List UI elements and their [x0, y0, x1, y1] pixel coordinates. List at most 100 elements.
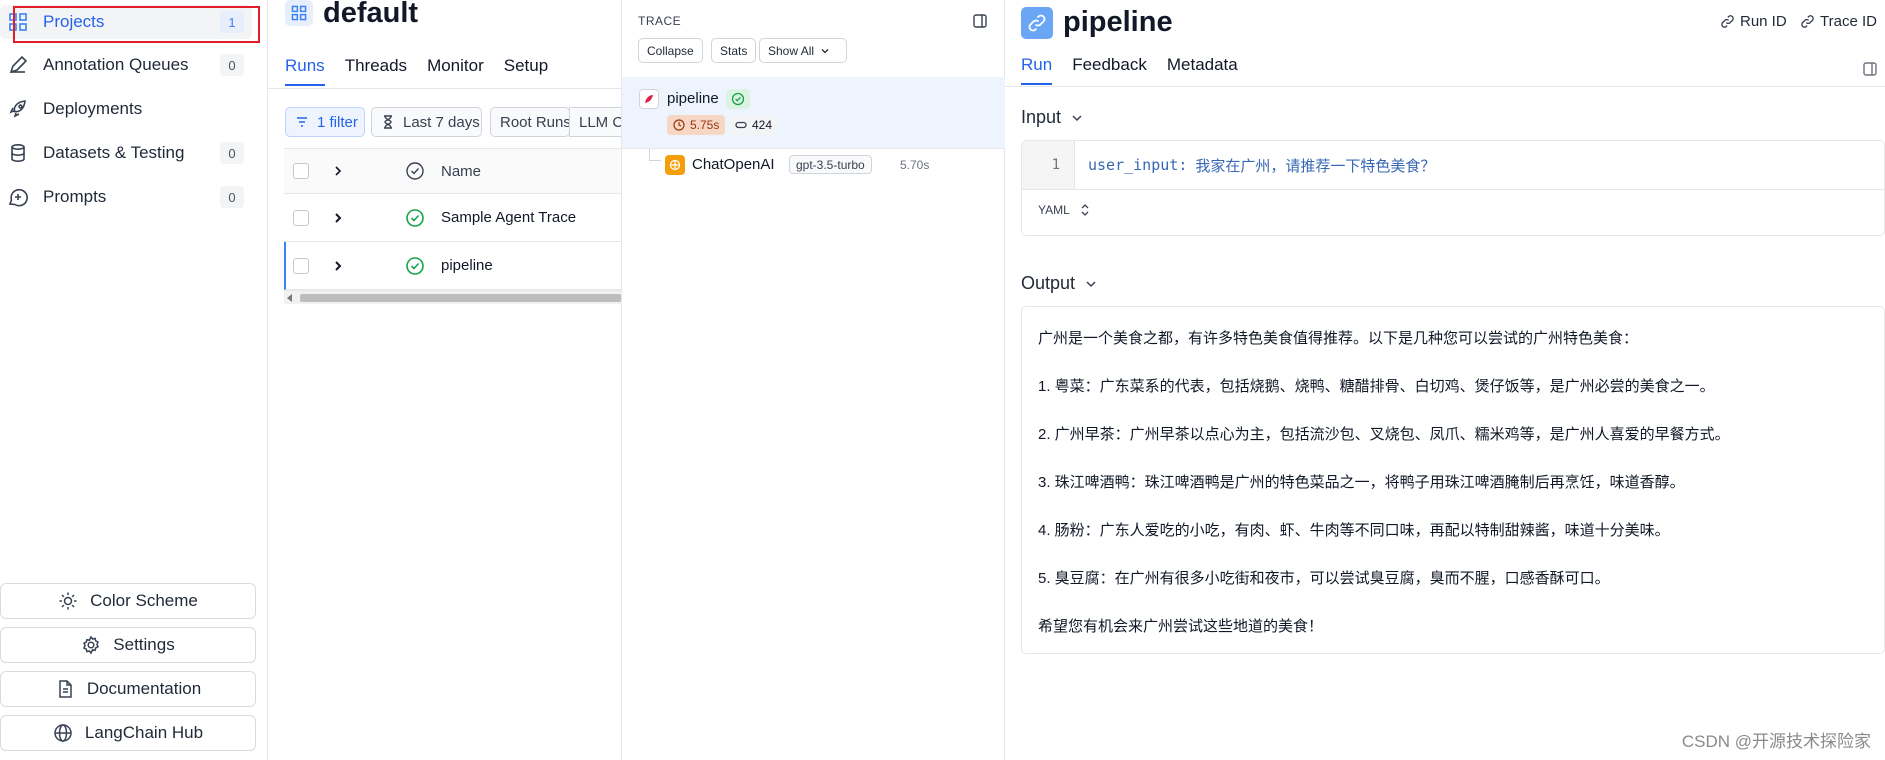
stats-button[interactable]: Stats: [711, 38, 757, 63]
sidebar-item-label: Datasets & Testing: [43, 143, 185, 162]
input-key: user_input: [1088, 156, 1179, 174]
filter-label: 1 filter: [317, 113, 358, 131]
latency-badge: 5.75s: [667, 115, 726, 135]
run-id-label: Run ID: [1740, 13, 1787, 30]
runs-panel: default Runs Threads Monitor Setup 1 fil…: [268, 0, 621, 760]
input-code-editor[interactable]: 1 user_input: 我家在广州，请推荐一下特色美食？ YAML: [1021, 140, 1885, 236]
settings-button[interactable]: Settings: [0, 627, 256, 663]
table-row[interactable]: pipeline: [284, 242, 621, 290]
link-icon: [1720, 14, 1735, 29]
grid-icon: [285, 0, 313, 26]
chevron-right-icon[interactable]: [331, 259, 345, 273]
clock-icon: [673, 119, 685, 131]
horizontal-scrollbar[interactable]: [284, 290, 621, 304]
sidebar-item-deployments[interactable]: Deployments: [0, 92, 252, 126]
run-name: Sample Agent Trace: [441, 209, 577, 226]
llm-calls-toggle[interactable]: LLM Calls: [569, 107, 621, 137]
trace-id-button[interactable]: Trace ID: [1800, 13, 1877, 30]
globe-icon: [53, 723, 73, 743]
output-line: 广州是一个美食之都，有许多特色美食值得推荐。以下是几种您可以尝试的广州特色美食：: [1038, 330, 1639, 347]
tab-monitor[interactable]: Monitor: [427, 56, 484, 86]
status-column-icon: [405, 161, 425, 181]
run-title: pipeline: [1021, 6, 1173, 39]
langchain-hub-button[interactable]: LangChain Hub: [0, 715, 256, 751]
output-line: 5. 臭豆腐：在广州有很多小吃街和夜市，可以尝试臭豆腐，臭而不腥，口感香酥可口。: [1038, 570, 1610, 587]
name-column-header[interactable]: Name: [441, 163, 481, 180]
output-section-toggle[interactable]: Output: [1021, 273, 1098, 294]
root-runs-label: Root Runs: [500, 113, 570, 131]
format-label: YAML: [1038, 203, 1070, 217]
time-range-button[interactable]: Last 7 days: [371, 107, 482, 137]
pen-icon: [7, 54, 29, 76]
tab-runs[interactable]: Runs: [285, 56, 325, 86]
trace-run-name: pipeline: [667, 90, 719, 107]
panel-toggle-icon[interactable]: [972, 13, 988, 29]
output-title: Output: [1021, 273, 1076, 293]
tab-setup[interactable]: Setup: [504, 56, 548, 86]
input-value: 我家在广州，请推荐一下特色美食？: [1195, 156, 1436, 175]
child-latency: 5.70s: [900, 158, 930, 172]
row-checkbox[interactable]: [293, 257, 309, 274]
hourglass-icon: [381, 115, 395, 129]
run-id-button[interactable]: Run ID: [1720, 13, 1787, 30]
collapse-button[interactable]: Collapse: [638, 38, 703, 63]
llm-calls-label: LLM Calls: [579, 113, 621, 131]
gear-icon: [81, 635, 101, 655]
sidebar-item-annotation-queues[interactable]: Annotation Queues 0: [0, 48, 252, 82]
divider: [1022, 189, 1884, 190]
chevron-down-icon: [1070, 111, 1084, 125]
output-line: 希望您有机会来广州尝试这些地道的美食！: [1038, 618, 1324, 635]
token-badge: 424: [729, 115, 779, 135]
sidebar-item-prompts[interactable]: Prompts 0: [0, 180, 252, 214]
run-name: pipeline: [441, 257, 493, 274]
chevron-right-icon[interactable]: [331, 164, 345, 178]
project-tabs: Runs Threads Monitor Setup: [285, 56, 568, 86]
tab-metadata[interactable]: Metadata: [1167, 55, 1238, 85]
sidebar-item-label: Prompts: [43, 187, 107, 206]
tab-threads[interactable]: Threads: [345, 56, 407, 86]
chevron-right-icon[interactable]: [331, 211, 345, 225]
rocket-icon: [7, 98, 29, 120]
table-row[interactable]: Sample Agent Trace: [284, 194, 621, 242]
chain-run-icon: [639, 89, 659, 109]
divider: [1005, 86, 1885, 87]
output-line: 3. 珠江啤酒鸭：珠江啤酒鸭是广州的特色菜品之一，将鸭子用珠江啤酒腌制后再烹饪，…: [1038, 474, 1685, 491]
sidebar-item-datasets-testing[interactable]: Datasets & Testing 0: [0, 136, 252, 170]
scrollbar-thumb[interactable]: [300, 294, 621, 302]
latency-value: 5.75s: [690, 118, 720, 132]
output-line: 2. 广州早茶：广州早茶以点心为主，包括流沙包、叉烧包、凤爪、糯米鸡等，是广州人…: [1038, 426, 1730, 443]
link-icon: [1021, 6, 1053, 39]
output-line: 4. 肠粉：广东人爱吃的小吃，有肉、虾、牛肉等不同口味，再配以特制甜辣酱，味道十…: [1038, 522, 1670, 539]
trace-child-run[interactable]: ChatOpenAI gpt-3.5-turbo 5.70s: [622, 149, 1006, 181]
show-all-dropdown[interactable]: Show All: [759, 38, 847, 63]
tab-run[interactable]: Run: [1021, 55, 1053, 85]
tab-feedback[interactable]: Feedback: [1072, 55, 1147, 85]
document-icon: [55, 679, 75, 699]
trace-root-run[interactable]: pipeline 5.75s 424: [622, 77, 1006, 149]
success-check-icon: [726, 89, 750, 109]
filter-button[interactable]: 1 filter: [285, 107, 365, 137]
color-scheme-button[interactable]: Color Scheme: [0, 583, 256, 619]
scroll-left-arrow-icon[interactable]: [287, 294, 292, 302]
output-line: 1. 粤菜：广东菜系的代表，包括烧鹅、烧鸭、糖醋排骨、白切鸡、煲仔饭等，是广州必…: [1038, 378, 1715, 395]
trace-panel: TRACE Collapse Stats Show All pipeline 5…: [621, 0, 1006, 760]
count-badge: 0: [220, 54, 244, 76]
format-selector[interactable]: YAML: [1038, 203, 1090, 217]
show-all-label: Show All: [768, 43, 815, 58]
color-scheme-label: Color Scheme: [90, 591, 198, 610]
panel-toggle-icon[interactable]: [1862, 61, 1878, 77]
documentation-button[interactable]: Documentation: [0, 671, 256, 707]
input-title: Input: [1021, 107, 1062, 127]
sidebar-item-label: Annotation Queues: [43, 55, 189, 74]
root-runs-toggle[interactable]: Root Runs: [490, 107, 570, 137]
chevron-down-icon: [820, 46, 830, 56]
success-check-icon: [405, 256, 425, 276]
chatopenai-icon: [665, 155, 685, 175]
run-title-text: pipeline: [1063, 6, 1173, 38]
link-icon: [1800, 14, 1815, 29]
sun-icon: [58, 591, 78, 611]
trace-heading: TRACE: [638, 14, 682, 28]
select-all-checkbox[interactable]: [293, 163, 309, 179]
row-checkbox[interactable]: [293, 209, 309, 226]
input-section-toggle[interactable]: Input: [1021, 107, 1084, 128]
